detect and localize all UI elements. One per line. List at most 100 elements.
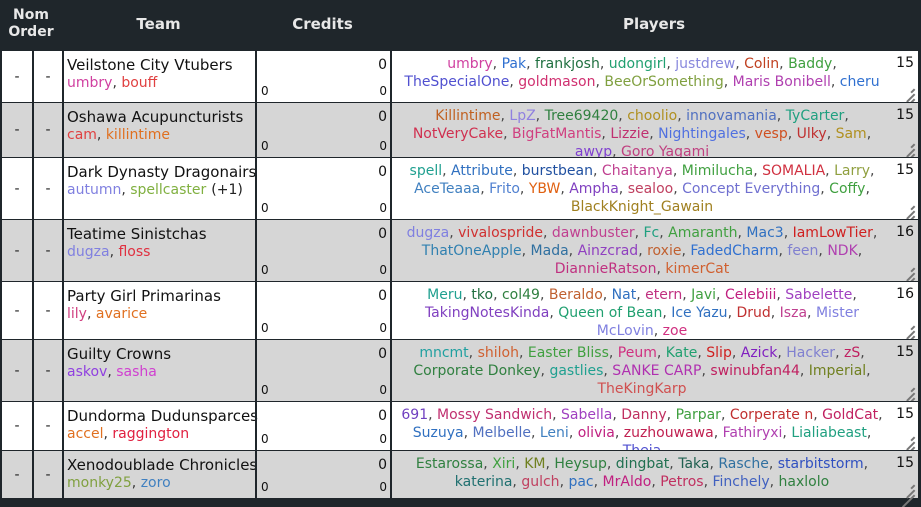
captain-name[interactable]: killintime: [106, 127, 170, 143]
player-name[interactable]: swinubfan44: [710, 363, 799, 379]
player-name[interactable]: zS: [844, 345, 860, 361]
player-name[interactable]: Pak: [502, 56, 527, 72]
player-name[interactable]: TakingNotesKinda: [425, 305, 549, 321]
player-name[interactable]: KM: [524, 456, 545, 472]
player-name[interactable]: Lizzie: [610, 126, 649, 142]
player-name[interactable]: Lialiabeast: [791, 425, 867, 441]
player-name[interactable]: GoldCat: [822, 407, 878, 423]
player-name[interactable]: Fathiryxi: [723, 425, 783, 441]
player-name[interactable]: TheSpecialOne: [404, 74, 509, 90]
player-name[interactable]: frankjosh: [535, 56, 600, 72]
player-name[interactable]: Parpar: [676, 407, 721, 423]
order-cell[interactable]: -: [32, 340, 62, 401]
player-name[interactable]: feen: [787, 243, 818, 259]
captain-name[interactable]: raggington: [112, 426, 189, 442]
player-name[interactable]: pac: [568, 474, 593, 490]
resize-grip-icon[interactable]: [900, 201, 915, 229]
credits-header[interactable]: Credits: [255, 0, 390, 48]
captain-name[interactable]: floss: [118, 244, 150, 260]
player-name[interactable]: SANKE CARP: [612, 363, 701, 379]
player-name[interactable]: haxlolo: [779, 474, 830, 490]
captain-name[interactable]: askov: [67, 364, 107, 380]
player-name[interactable]: starbitstorm: [778, 456, 864, 472]
player-name[interactable]: Imperial: [809, 363, 866, 379]
team-name[interactable]: Guilty Crowns: [67, 345, 171, 363]
player-name[interactable]: justdrew: [675, 56, 735, 72]
player-name[interactable]: spell: [410, 163, 443, 179]
player-name[interactable]: Nightingales: [658, 126, 746, 142]
captain-name[interactable]: autumn: [67, 182, 121, 198]
player-name[interactable]: vivalospride: [458, 225, 543, 241]
resize-grip-icon[interactable]: [900, 84, 915, 112]
nom-cell[interactable]: -: [2, 220, 32, 281]
player-name[interactable]: Ampha: [569, 181, 619, 197]
player-name[interactable]: BlackKnight_Gawain: [571, 199, 713, 215]
player-name[interactable]: Attribute: [451, 163, 513, 179]
player-name[interactable]: udongirl: [609, 56, 667, 72]
player-name[interactable]: LpZ: [509, 108, 535, 124]
player-name[interactable]: roxie: [647, 243, 681, 259]
captain-name[interactable]: bouff: [121, 75, 157, 91]
player-name[interactable]: cheru: [840, 74, 880, 90]
player-name[interactable]: NDK: [827, 243, 857, 259]
player-name[interactable]: Estarossa: [416, 456, 483, 472]
player-name[interactable]: Concept Everything: [682, 181, 820, 197]
player-name[interactable]: Javi: [691, 287, 716, 303]
player-name[interactable]: kimerCat: [665, 261, 729, 277]
player-name[interactable]: Ice Yazu: [671, 305, 727, 321]
player-name[interactable]: Mimilucha: [682, 163, 753, 179]
captain-name[interactable]: umbry: [67, 75, 112, 91]
player-name[interactable]: Sabella: [561, 407, 612, 423]
player-name[interactable]: Leni: [540, 425, 569, 441]
order-cell[interactable]: -: [32, 103, 62, 157]
player-name[interactable]: Queen of Bean: [558, 305, 662, 321]
team-name[interactable]: Oshawa Acupuncturists: [67, 108, 243, 126]
player-name[interactable]: Xiri: [492, 456, 515, 472]
captain-name[interactable]: accel: [67, 426, 103, 442]
player-name[interactable]: Hacker: [786, 345, 835, 361]
team-name[interactable]: Xenodoublade Chronicles: [67, 456, 257, 474]
player-name[interactable]: YBW: [529, 181, 561, 197]
resize-grip-icon[interactable]: [900, 480, 915, 507]
player-name[interactable]: tko: [471, 287, 493, 303]
player-name[interactable]: innovamania: [686, 108, 777, 124]
player-name[interactable]: 691: [401, 407, 428, 423]
player-name[interactable]: Ulky: [797, 126, 827, 142]
resize-grip-icon[interactable]: [900, 432, 915, 460]
player-name[interactable]: Maris Bonibell: [733, 74, 831, 90]
player-name[interactable]: zuzhouwawa: [624, 425, 714, 441]
resize-grip-icon[interactable]: [900, 263, 915, 291]
player-name[interactable]: Danny: [621, 407, 666, 423]
player-name[interactable]: AceTeaaa: [414, 181, 480, 197]
player-name[interactable]: vesp: [755, 126, 788, 142]
player-name[interactable]: Colin: [744, 56, 779, 72]
player-name[interactable]: Suzuya: [413, 425, 464, 441]
order-cell[interactable]: -: [32, 51, 62, 102]
player-name[interactable]: col49: [502, 287, 540, 303]
captain-name[interactable]: zoro: [141, 475, 171, 491]
player-name[interactable]: katerina: [455, 474, 513, 490]
player-name[interactable]: dugza: [407, 225, 450, 241]
player-name[interactable]: Meru: [427, 287, 462, 303]
captain-name[interactable]: monky25: [67, 475, 132, 491]
player-name[interactable]: Beraldo: [549, 287, 603, 303]
player-name[interactable]: zoe: [663, 323, 688, 339]
order-cell[interactable]: -: [32, 158, 62, 219]
player-name[interactable]: gastlies: [549, 363, 603, 379]
player-name[interactable]: Coffy: [829, 181, 865, 197]
players-header[interactable]: Players: [390, 0, 918, 48]
nom-cell[interactable]: -: [2, 158, 32, 219]
captain-extra-count[interactable]: (+1): [211, 182, 243, 198]
order-cell[interactable]: -: [32, 402, 62, 450]
player-name[interactable]: Corporate Donkey: [413, 363, 540, 379]
player-name[interactable]: umbry: [447, 56, 492, 72]
player-name[interactable]: Fc: [643, 225, 659, 241]
player-name[interactable]: DiannieRatson: [555, 261, 657, 277]
player-name[interactable]: Petros: [660, 474, 703, 490]
team-name[interactable]: Party Girl Primarinas: [67, 287, 221, 305]
nom-cell[interactable]: -: [2, 340, 32, 401]
player-name[interactable]: FadedCharm: [690, 243, 778, 259]
player-name[interactable]: olivia: [578, 425, 615, 441]
player-name[interactable]: Rasche: [718, 456, 768, 472]
player-name[interactable]: gulch: [521, 474, 559, 490]
